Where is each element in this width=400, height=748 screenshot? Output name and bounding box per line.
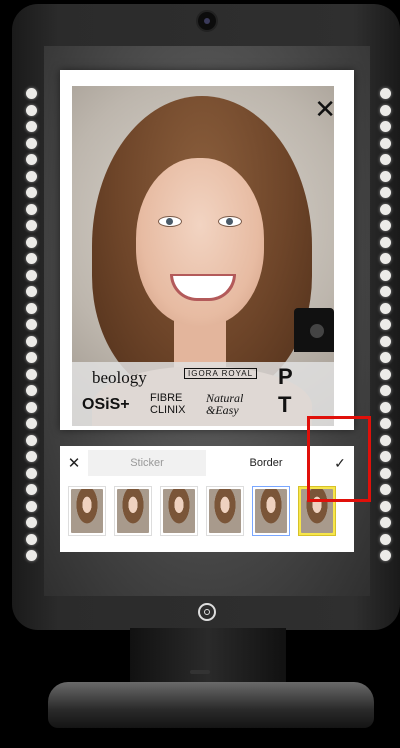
left-eye: [158, 216, 182, 227]
stand-base: [48, 682, 374, 728]
led-light: [26, 335, 37, 347]
led-light: [380, 236, 391, 248]
led-light: [26, 154, 37, 165]
led-light: [380, 104, 391, 116]
led-light: [380, 451, 391, 462]
led-light: [26, 104, 37, 116]
led-light: [380, 187, 391, 198]
portrait-face: [136, 158, 264, 326]
led-light: [380, 533, 391, 545]
led-light: [380, 401, 391, 413]
photo-preview-card: beology IGORA ROYAL OSiS+ FIBRE CLINIX N…: [60, 70, 354, 430]
led-light: [380, 368, 391, 380]
border-thumbnail-list: [68, 486, 336, 536]
led-strip-left: [26, 88, 38, 561]
led-light: [26, 484, 37, 495]
led-light: [380, 154, 391, 165]
led-light: [26, 517, 37, 528]
beology-logo: beology: [92, 368, 147, 387]
border-thumbnail[interactable]: [252, 486, 290, 536]
led-light: [380, 319, 391, 330]
brand-logo-strip: beology IGORA ROYAL OSiS+ FIBRE CLINIX N…: [72, 362, 334, 426]
led-light: [380, 500, 391, 512]
camera-sticker-icon: [294, 308, 334, 352]
led-light: [26, 385, 37, 396]
led-light: [26, 286, 37, 297]
fibre-clinix-line1: FIBRE: [150, 392, 183, 404]
border-thumbnail[interactable]: [206, 486, 244, 536]
confirm-highlight-box: [307, 416, 371, 502]
led-light: [26, 203, 37, 215]
led-light: [380, 517, 391, 528]
natural-easy-logo: Natural &Easy: [206, 392, 243, 416]
led-light: [26, 418, 37, 429]
led-light: [380, 335, 391, 347]
led-light: [380, 137, 391, 149]
led-light: [26, 187, 37, 198]
tab-sticker[interactable]: Sticker: [88, 450, 206, 476]
stand-slot: [190, 670, 210, 674]
led-light: [26, 121, 37, 132]
osis-logo: OSiS+: [82, 396, 130, 413]
home-button-icon[interactable]: [198, 603, 216, 621]
led-light: [26, 401, 37, 413]
led-light: [26, 368, 37, 380]
led-light: [26, 352, 37, 363]
led-light: [26, 137, 37, 149]
front-camera-icon: [196, 10, 218, 32]
led-light: [26, 434, 37, 446]
led-light: [26, 319, 37, 330]
border-thumbnail-image: [71, 489, 103, 533]
border-thumbnail[interactable]: [114, 486, 152, 536]
led-light: [26, 170, 37, 182]
pt-logo-t: T: [278, 392, 292, 417]
fibre-clinix-logo: FIBRE CLINIX: [150, 392, 185, 416]
led-light: [26, 451, 37, 462]
led-light: [380, 550, 391, 561]
led-light: [380, 220, 391, 231]
led-light: [380, 88, 391, 99]
led-light: [380, 434, 391, 446]
fibre-clinix-line2: CLINIX: [150, 404, 186, 416]
led-light: [380, 467, 391, 479]
border-thumbnail-image: [117, 489, 149, 533]
led-light: [26, 220, 37, 231]
led-light: [380, 418, 391, 429]
border-thumbnail-image: [209, 489, 241, 533]
led-light: [380, 385, 391, 396]
border-thumbnail[interactable]: [160, 486, 198, 536]
led-light: [26, 302, 37, 314]
led-light: [26, 550, 37, 561]
border-thumbnail-image: [163, 489, 195, 533]
led-light: [380, 286, 391, 297]
close-editor-icon[interactable]: ✕: [60, 454, 88, 472]
led-light: [26, 500, 37, 512]
led-light: [26, 467, 37, 479]
border-thumbnail[interactable]: [68, 486, 106, 536]
border-thumbnail-image: [255, 489, 287, 533]
led-light: [26, 269, 37, 281]
led-light: [380, 352, 391, 363]
led-light: [380, 170, 391, 182]
close-photo-icon[interactable]: ✕: [314, 96, 336, 122]
led-light: [380, 269, 391, 281]
led-light: [26, 253, 37, 264]
smile: [170, 274, 236, 301]
led-strip-right: [380, 88, 392, 561]
pt-logo-p: P: [278, 364, 293, 389]
igora-royal-logo: IGORA ROYAL: [184, 368, 258, 379]
natural-easy-line2: &Easy: [206, 403, 239, 417]
led-light: [26, 236, 37, 248]
led-light: [26, 533, 37, 545]
led-light: [380, 253, 391, 264]
led-light: [380, 121, 391, 132]
led-light: [380, 203, 391, 215]
led-light: [26, 88, 37, 99]
portrait-photo: beology IGORA ROYAL OSiS+ FIBRE CLINIX N…: [72, 86, 334, 426]
led-light: [380, 484, 391, 495]
right-eye: [218, 216, 242, 227]
led-light: [380, 302, 391, 314]
kiosk-screen: beology IGORA ROYAL OSiS+ FIBRE CLINIX N…: [44, 46, 370, 596]
